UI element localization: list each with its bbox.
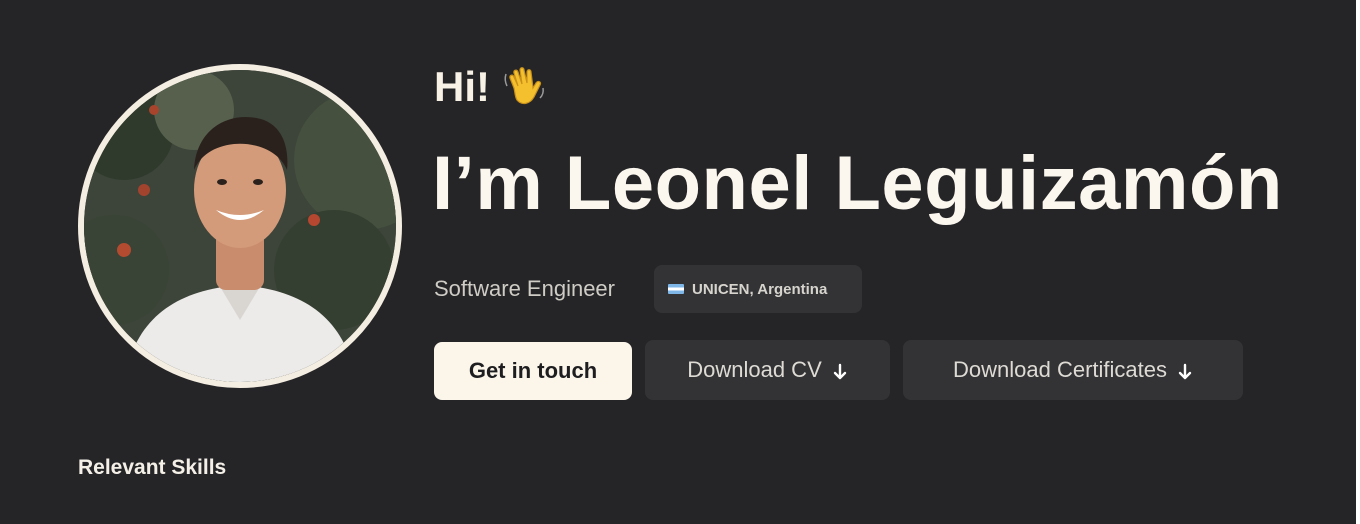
location-text: UNICEN, Argentina bbox=[692, 280, 828, 298]
arrow-down-icon bbox=[832, 361, 848, 380]
get-in-touch-label: Get in touch bbox=[468, 358, 598, 383]
download-certificates-label: Download Certificates bbox=[953, 357, 1167, 382]
argentina-flag-icon bbox=[668, 284, 684, 294]
get-in-touch-button[interactable]: Get in touch bbox=[434, 342, 632, 400]
profile-photo-image bbox=[84, 70, 396, 382]
location-badge: UNICEN, Argentina bbox=[654, 265, 862, 313]
download-cv-label: Download CV bbox=[687, 357, 822, 382]
hero-section: Hi! I’m Leonel Leguizamón Software Engin… bbox=[0, 0, 1356, 524]
greeting: Hi! bbox=[434, 64, 548, 110]
arrow-down-icon bbox=[1177, 361, 1193, 380]
download-cv-button[interactable]: Download CV bbox=[645, 340, 890, 400]
profile-photo bbox=[78, 64, 402, 388]
waving-hand-icon bbox=[502, 64, 548, 110]
greeting-text: Hi! bbox=[434, 63, 490, 110]
relevant-skills-heading: Relevant Skills bbox=[78, 456, 227, 479]
headline-name: I’m Leonel Leguizamón bbox=[432, 141, 1283, 226]
download-certificates-button[interactable]: Download Certificates bbox=[903, 340, 1243, 400]
role-text: Software Engineer bbox=[434, 276, 615, 301]
